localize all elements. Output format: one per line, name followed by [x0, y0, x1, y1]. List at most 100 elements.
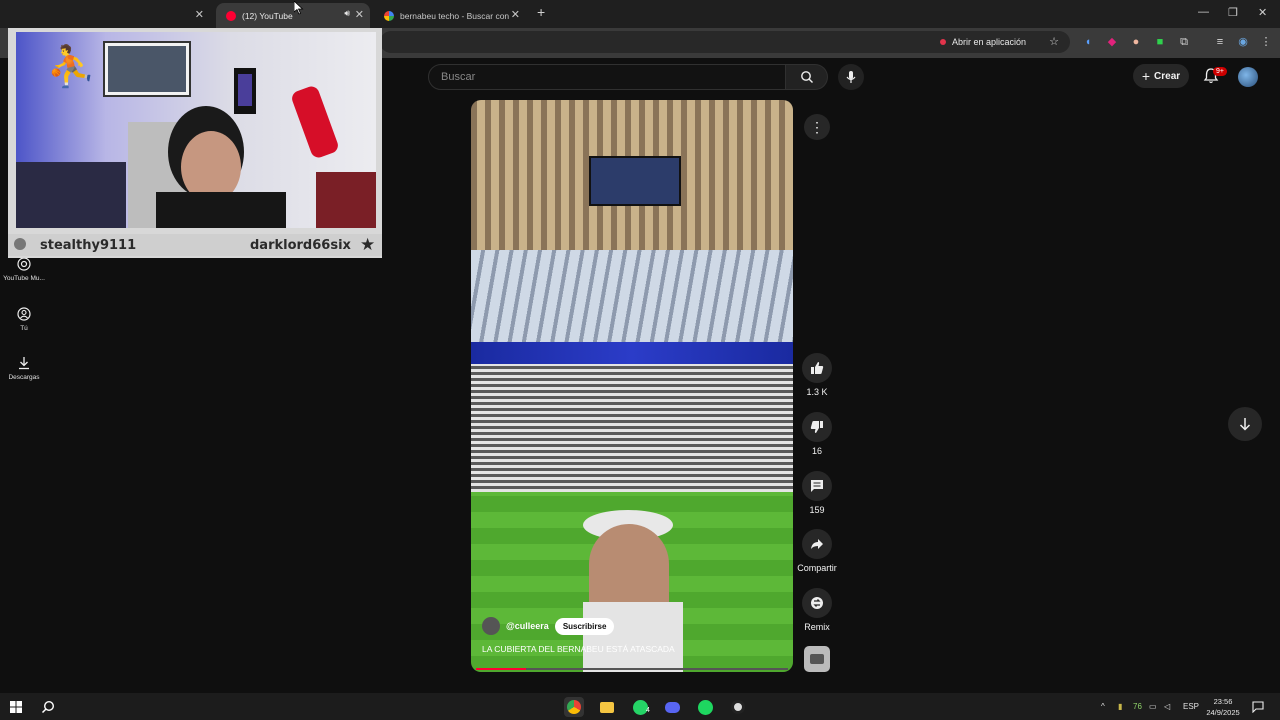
youtube-dot-icon — [940, 39, 946, 45]
close-tab-icon[interactable]: ✕ — [511, 8, 520, 21]
channel-avatar[interactable] — [482, 617, 500, 635]
close-tab-icon[interactable]: ✕ — [195, 8, 204, 21]
close-tab-icon[interactable]: ✕ — [355, 8, 364, 21]
stadium-crowd — [471, 364, 793, 492]
stadium-roof-panels — [471, 250, 793, 342]
chrome-taskbar-icon[interactable] — [564, 697, 584, 717]
user-icon — [17, 307, 31, 321]
presenter-shirt — [583, 602, 683, 672]
webcam-name-left: stealthy9111 — [40, 238, 137, 253]
comment-icon — [811, 480, 823, 492]
restore-icon[interactable]: ❐ — [1228, 6, 1238, 19]
tab-label: (12) YouTube — [242, 10, 293, 21]
remix-button[interactable]: Remix — [796, 588, 838, 632]
taskbar-search-icon[interactable] — [41, 700, 55, 714]
spotify-icon[interactable] — [695, 697, 715, 717]
webcam-scene: ⛹ — [16, 32, 376, 228]
browser-menu-icon[interactable]: ⋮ — [1259, 35, 1273, 49]
create-button[interactable]: + Crear — [1133, 64, 1189, 88]
next-short-button[interactable] — [1228, 407, 1262, 441]
mouse-cursor-icon — [294, 1, 304, 15]
windows-start-icon[interactable] — [10, 701, 22, 713]
sound-thumbnail[interactable] — [804, 646, 830, 672]
comments-button[interactable]: 159 — [796, 471, 838, 515]
extension-green-icon[interactable]: ■ — [1153, 35, 1167, 49]
google-favicon-icon — [384, 10, 394, 21]
taskbar-clock[interactable]: 23:56 24/9/2025 — [1198, 696, 1248, 718]
sidebar-item-label: Descargas — [8, 374, 40, 381]
notifications-badge: 9+ — [1213, 67, 1227, 76]
more-options-button[interactable]: ⋮ — [804, 114, 830, 140]
share-button[interactable]: Compartir — [796, 529, 838, 573]
browser-tab-youtube[interactable]: (12) YouTube 🔊︎ ✕ — [216, 3, 370, 28]
network-icon[interactable]: ▭ — [1149, 702, 1157, 711]
create-label: Crear — [1154, 70, 1181, 82]
stadium-screen — [589, 156, 681, 206]
audio-playing-icon[interactable]: 🔊︎ — [344, 8, 350, 19]
download-icon — [19, 357, 29, 370]
browser-tab-1[interactable]: ✕ — [10, 3, 210, 28]
subscribe-button[interactable]: Suscribirse — [554, 617, 615, 635]
extension-shield-icon[interactable]: ◆ — [1105, 35, 1119, 49]
tray-temp: 76 — [1133, 702, 1142, 711]
discord-icon[interactable] — [662, 697, 682, 717]
voice-search-button[interactable] — [838, 64, 864, 90]
search-input[interactable]: Buscar — [428, 64, 786, 90]
thumbs-up-icon — [811, 362, 824, 374]
thumbs-down-icon — [810, 421, 823, 433]
webcam-name-right: darklord66six — [250, 238, 351, 253]
media-controls-icon[interactable]: ≡ — [1213, 35, 1227, 49]
extension-audio-icon[interactable]: ◖ — [1081, 35, 1095, 49]
account-avatar[interactable] — [1238, 67, 1258, 87]
music-icon — [17, 257, 31, 271]
dislike-count: 16 — [811, 446, 822, 456]
video-progress-fill — [476, 668, 526, 670]
clock-time: 23:56 — [1213, 697, 1233, 706]
extensions-puzzle-icon[interactable]: ⧉ — [1177, 35, 1191, 49]
volume-icon[interactable]: ◁ — [1164, 702, 1170, 711]
plus-icon: + — [1141, 68, 1151, 84]
like-button[interactable]: 1.3 K — [796, 353, 838, 397]
sidebar-item-downloads[interactable]: Descargas — [0, 356, 48, 381]
arrow-down-icon — [1239, 418, 1251, 431]
file-explorer-icon[interactable] — [597, 697, 617, 717]
webcam-feed: ⛹ — [16, 32, 376, 228]
video-progress-bar[interactable] — [476, 668, 788, 670]
remix-label: Remix — [804, 622, 830, 632]
app-taskbar-icon[interactable] — [728, 697, 748, 717]
notifications-center-icon[interactable] — [1252, 701, 1264, 713]
browser-tab-google[interactable]: bernabeu techo - Buscar con G ✕ — [374, 3, 526, 28]
channel-name[interactable]: @culleera — [506, 621, 549, 631]
sidebar-item-label: Tú — [20, 325, 28, 332]
search-button[interactable] — [786, 64, 828, 90]
short-video-player[interactable] — [471, 100, 793, 672]
close-window-icon[interactable]: ✕ — [1258, 6, 1267, 19]
extension-avatar-icon[interactable]: ● — [1129, 35, 1143, 49]
user-silhouette-icon — [14, 238, 26, 250]
youtube-favicon-icon — [226, 10, 236, 21]
tray-overflow-icon[interactable]: ^ — [1101, 702, 1105, 711]
stadium-led-board — [471, 342, 793, 364]
profile-icon[interactable]: ◉ — [1236, 35, 1250, 49]
sidebar-item-you[interactable]: Tú — [0, 307, 48, 332]
more-vert-icon: ⋮ — [810, 118, 824, 135]
microphone-icon — [846, 71, 856, 83]
star-icon: ★ — [360, 235, 376, 254]
channel-logo-icon — [810, 654, 824, 664]
share-label: Compartir — [797, 563, 837, 573]
browser-tab-bar: ✕ (12) YouTube 🔊︎ ✕ bernabeu techo - Bus… — [0, 0, 1280, 28]
clock-date: 24/9/2025 — [1206, 708, 1240, 717]
tray-app-icon[interactable]: ▮ — [1118, 702, 1122, 711]
share-icon — [811, 539, 823, 549]
channel-info: @culleera Suscribirse — [482, 617, 615, 635]
new-tab-button[interactable]: + — [537, 4, 545, 20]
bookmark-star-icon[interactable]: ☆ — [1047, 35, 1061, 49]
comment-count: 159 — [809, 505, 825, 515]
open-in-app-button[interactable]: Abrir en aplicación — [940, 33, 1026, 51]
dislike-button[interactable]: 16 — [796, 412, 838, 456]
whatsapp-badge: 4 — [646, 707, 650, 714]
sidebar-item-label: YouTube Mu... — [3, 275, 45, 282]
language-indicator[interactable]: ESP — [1183, 702, 1199, 711]
minimize-icon[interactable]: — — [1198, 6, 1209, 18]
sidebar-item-youtube-music[interactable]: YouTube Mu... — [0, 257, 48, 282]
